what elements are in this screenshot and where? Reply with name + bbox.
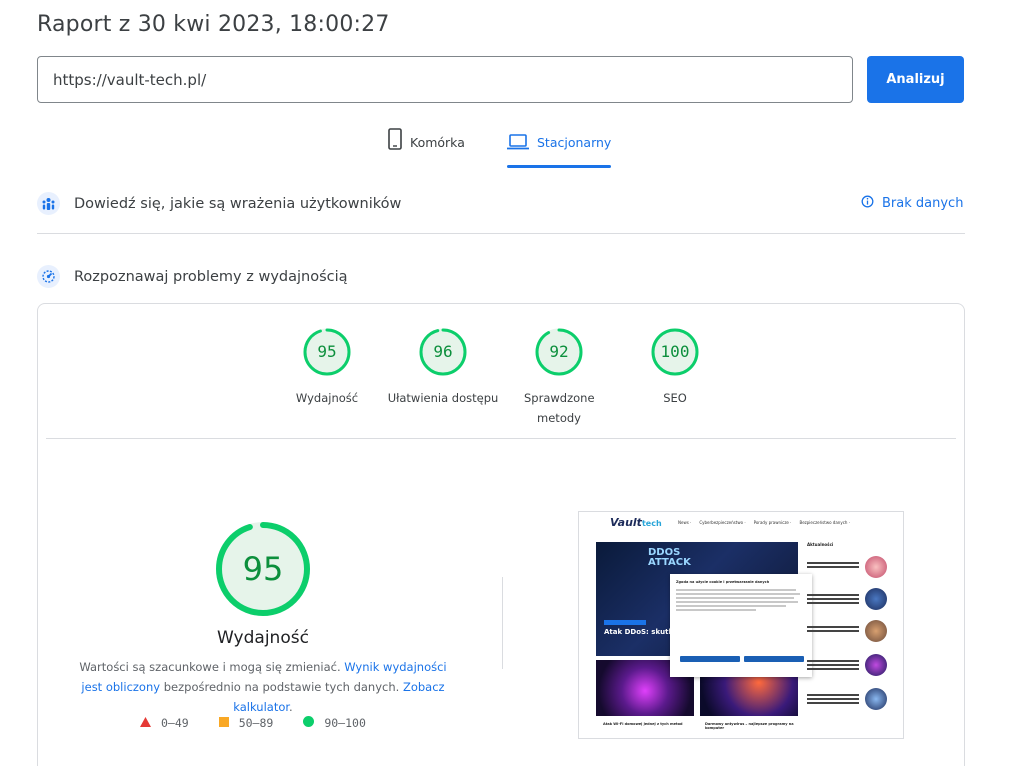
tab-mobile[interactable]: Komórka <box>388 128 465 168</box>
device-tabs: Komórka Stacjonarny <box>0 128 1024 168</box>
category-label: Sprawdzone metody <box>524 391 595 425</box>
screenshot-cookie-modal: Zgoda na użycie cookie i przetwarzanie d… <box>670 574 812 677</box>
lab-data-section: Rozpoznawaj problemy z wydajnością <box>37 265 348 288</box>
performance-label: Wydajność <box>217 628 309 648</box>
category-gauge[interactable]: 92 Sprawdzone metody <box>494 328 624 428</box>
category-gauge[interactable]: 100 SEO <box>610 328 740 408</box>
screenshot-hero-title: Atak DDoS: skutki i <box>604 628 681 636</box>
legend-item-pass: 90–100 <box>303 716 366 730</box>
users-icon <box>37 192 60 215</box>
vertical-separator <box>502 577 503 669</box>
url-input[interactable] <box>37 56 853 103</box>
legend-range: 90–100 <box>324 716 366 730</box>
performance-note: Wartości są szacunkowe i mogą się zmieni… <box>76 657 450 717</box>
category-score: 95 <box>317 342 337 361</box>
category-label: Ułatwienia dostępu <box>387 391 499 405</box>
category-score: 96 <box>433 342 453 361</box>
screenshot-tag <box>604 620 646 625</box>
legend-range: 50–89 <box>238 716 274 730</box>
smartphone-icon <box>388 128 402 150</box>
no-data-link[interactable]: Brak danych <box>861 195 963 212</box>
screenshot-logo: Vaulttech <box>610 516 662 529</box>
tab-mobile-label: Komórka <box>410 135 465 150</box>
gauge-icon <box>37 265 60 288</box>
lab-results-card: 95 Wydajność 96 Ułatwienia dostępu 92 Sp… <box>37 303 965 766</box>
category-label: SEO <box>663 391 687 405</box>
category-label: Wydajność <box>295 391 359 405</box>
screenshot-logo-part: Vault <box>610 516 642 529</box>
tab-desktop-label: Stacjonarny <box>537 135 612 150</box>
category-gauge[interactable]: 96 Ułatwienia dostępu <box>378 328 508 408</box>
screenshot-caption: Atak Wi-Fi domowej jednej z tych metod <box>603 722 683 726</box>
circle-icon <box>303 716 315 730</box>
screenshot-menu-item: Bezpieczeństwo danych · <box>799 520 850 525</box>
field-data-section: Dowiedź się, jakie są wrażenia użytkowni… <box>37 192 401 215</box>
screenshot-menu-item: News · <box>678 520 692 525</box>
laptop-icon <box>507 134 529 150</box>
tab-desktop[interactable]: Stacjonarny <box>507 128 612 168</box>
note-text: bezpośrednio na podstawie tych danych. <box>160 680 403 694</box>
screenshot-logo-part: tech <box>641 519 662 528</box>
no-data-label: Brak danych <box>882 196 964 211</box>
triangle-icon <box>140 716 151 730</box>
score-legend: 0–49 50–89 90–100 <box>140 716 366 730</box>
screenshot-menu-item: Cyberbezpieczeństwo · <box>699 520 746 525</box>
category-gauge[interactable]: 95 Wydajność <box>262 328 392 408</box>
page-screenshot[interactable]: Vaulttech News · Cyberbezpieczeństwo · P… <box>578 511 904 739</box>
legend-item-average: 50–89 <box>218 716 274 730</box>
performance-gauge: 95 <box>215 521 311 617</box>
performance-score: 95 <box>242 550 284 588</box>
info-icon <box>861 195 874 212</box>
report-title: Raport z 30 kwi 2023, 18:00:27 <box>37 12 390 37</box>
note-text: Wartości są szacunkowe i mogą się zmieni… <box>79 660 345 674</box>
category-score: 100 <box>660 342 690 361</box>
lab-data-title: Rozpoznawaj problemy z wydajnością <box>74 268 348 285</box>
screenshot-caption: Darmowy antywirus – najlepsze programy n… <box>705 722 794 730</box>
legend-item-fail: 0–49 <box>140 716 189 730</box>
screenshot-sidebar-title: Aktualności <box>807 542 834 547</box>
legend-range: 0–49 <box>161 716 189 730</box>
screenshot-menu-item: Porady prawnicze · <box>753 520 792 525</box>
analyze-button[interactable]: Analizuj <box>867 56 964 103</box>
card-divider <box>46 438 956 439</box>
screenshot-modal-title: Zgoda na użycie cookie i przetwarzanie d… <box>676 580 770 584</box>
screenshot-menu: News · Cyberbezpieczeństwo · Porady praw… <box>678 520 850 525</box>
field-data-title: Dowiedź się, jakie są wrażenia użytkowni… <box>74 195 402 212</box>
category-score: 92 <box>549 342 569 361</box>
screenshot-hero-text: DDOS ATTACK <box>648 548 691 568</box>
note-text: . <box>289 700 293 714</box>
section-divider <box>37 233 965 234</box>
square-icon <box>218 716 229 730</box>
hero-line: ATTACK <box>648 557 691 568</box>
